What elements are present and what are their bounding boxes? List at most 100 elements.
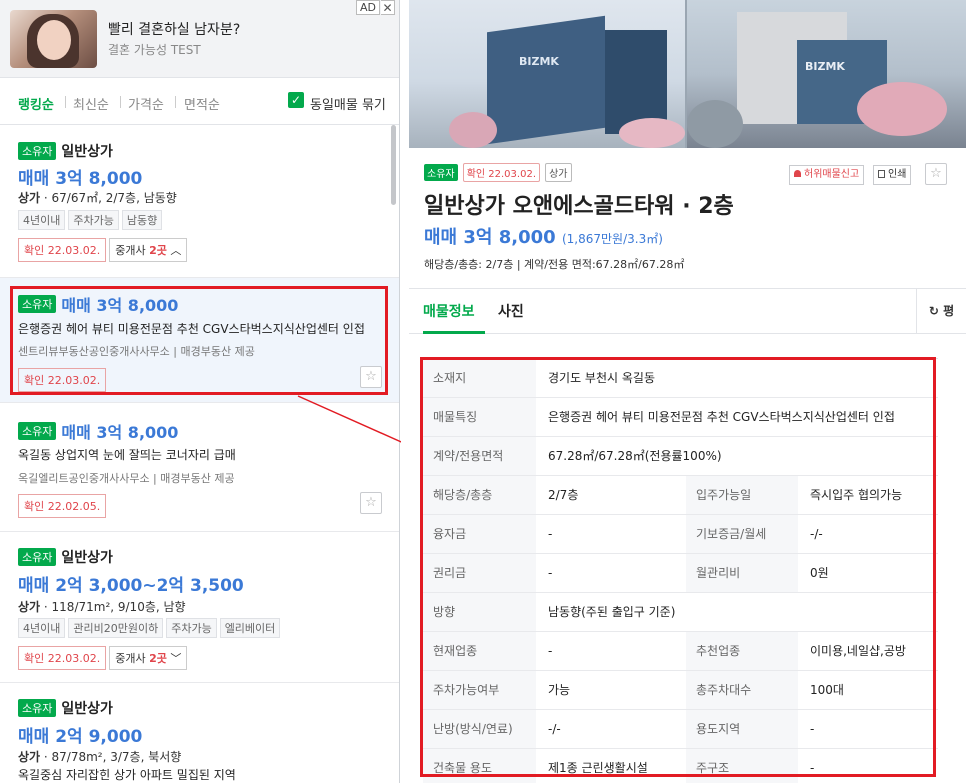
row-value: - (548, 566, 553, 580)
row-key: 계약/전용면적 (423, 437, 536, 475)
broker-count: 2곳 (149, 652, 167, 665)
row-value-2: 즉시입주 협의가능 (810, 488, 903, 502)
siren-icon (794, 170, 801, 177)
chevron-up-icon: ︿ (170, 244, 182, 257)
list-item[interactable]: 소유자 매매 3억 8,000 은행증권 헤어 뷰티 미용전문점 추천 CGV스타… (0, 278, 399, 403)
page-title: 일반상가 오앤에스골드타워 · 2층 (424, 194, 734, 219)
listing-spec: 상가 · 118/71m², 9/10층, 남향 (18, 598, 186, 615)
price-per-area: (1,867만원/3.3㎡) (561, 232, 663, 246)
row-key: 건축물 용도 (423, 749, 536, 783)
provider: 매경부동산 제공 (160, 472, 235, 485)
ad-badge: AD (356, 0, 380, 15)
listing-price: 매매 3억 8,000 (61, 296, 179, 315)
confirm-date: 확인 22.03.02. (18, 368, 107, 392)
row-value: 67.28㎡/67.28㎡(전용률100%) (548, 449, 722, 463)
confirm-date: 확인 22.02.05. (18, 494, 107, 518)
photo-strip[interactable]: BIZMK BIZMK (409, 0, 966, 148)
ad-banner[interactable]: 빨리 결혼하실 남자분? 결혼 가능성 TEST AD ✕ (0, 0, 399, 78)
detail-meta: 해당층/총층: 2/7층 | 계약/전용 면적:67.28㎡/67.28㎡ (424, 258, 685, 271)
listing-price: 매매 2억 9,000 (18, 727, 143, 747)
tree-shape (687, 100, 743, 148)
row-key: 주차가능여부 (423, 671, 536, 709)
detail-tabs: 매물정보 사진 ↻ 평 (409, 288, 966, 334)
ad-title[interactable]: 빨리 결혼하실 남자분? (108, 19, 240, 39)
building-shape (487, 15, 605, 145)
list-item[interactable]: 소유자 일반상가 매매 2억 3,000~2억 3,500 상가 · 118/71… (0, 533, 399, 683)
sort-bar: 랭킹순 최신순 가격순 면적순 ✓ 동일매물 묶기 (0, 78, 399, 125)
type-tag: 상가 (545, 163, 572, 182)
sort-latest[interactable]: 최신순 (73, 94, 109, 113)
divider (175, 96, 176, 108)
sort-price[interactable]: 가격순 (128, 94, 164, 113)
refresh-button[interactable]: ↻ 평 (916, 289, 966, 334)
chevron-down-icon: ﹀ (170, 652, 182, 665)
refresh-icon: ↻ (928, 304, 939, 318)
agent-info: 센트리뷰부동산공인중개사사무소 | 매경부동산 제공 (18, 345, 255, 358)
building-photo-2[interactable]: BIZMK (687, 0, 966, 148)
list-item[interactable]: 소유자 일반상가 매매 2억 9,000 상가 · 87/78m², 3/7층, … (0, 684, 399, 783)
table-row: 난방(방식/연료) -/- 용도지역 - (423, 710, 938, 749)
row-value: - (548, 644, 553, 658)
table-row: 권리금 - 월관리비 0원 (423, 554, 938, 593)
ad-image[interactable] (10, 10, 97, 68)
star-icon[interactable]: ☆ (925, 163, 947, 185)
sort-ranking[interactable]: 랭킹순 (18, 94, 54, 113)
row-key-2: 용도지역 (686, 710, 798, 748)
table-row: 소재지 경기도 부천시 옥길동 (423, 359, 938, 398)
feature-chip: 관리비20만원이하 (68, 618, 164, 638)
star-icon[interactable]: ☆ (360, 492, 382, 514)
row-value-2: -/- (810, 527, 823, 541)
row-value: 은행증권 헤어 뷰티 미용전문점 추천 CGV스타벅스지식산업센터 인접 (548, 410, 895, 424)
row-value: -/- (548, 722, 561, 736)
tab-info[interactable]: 매물정보 (423, 301, 475, 321)
table-row: 주차가능여부 가능 총주차대수 100대 (423, 671, 938, 710)
listing-panel: 빨리 결혼하실 남자분? 결혼 가능성 TEST AD ✕ 랭킹순 최신순 가격… (0, 0, 400, 783)
group-checkbox[interactable]: ✓ (288, 92, 304, 108)
row-value: 2/7층 (548, 488, 579, 502)
print-button[interactable]: 인쇄 (873, 165, 912, 185)
owner-tag: 소유자 (18, 141, 57, 160)
star-icon[interactable]: ☆ (360, 366, 382, 388)
list-item[interactable]: 소유자 일반상가 매매 3억 8,000 상가 · 67/67㎡, 2/7층, 남… (0, 126, 399, 278)
group-checkbox-label[interactable]: 동일매물 묶기 (310, 94, 386, 113)
owner-tag: 소유자 (424, 164, 458, 181)
broker-toggle[interactable]: 중개사 2곳 ﹀ (109, 646, 188, 670)
feature-chip: 엘리베이터 (219, 618, 281, 638)
row-key-2: 월관리비 (686, 554, 798, 592)
tree-shape (857, 82, 947, 136)
broker-toggle[interactable]: 중개사 2곳 ︿ (109, 238, 188, 262)
tab-photo[interactable]: 사진 (498, 301, 524, 321)
listing-price: 매매 3억 8,000 (18, 169, 143, 189)
spec-detail: · 118/71m², 9/10층, 남향 (40, 600, 186, 614)
report-button[interactable]: 허위매물신고 (789, 165, 865, 185)
building-photo-1[interactable]: BIZMK (409, 0, 685, 148)
list-item[interactable]: 소유자 매매 3억 8,000 옥길동 상업지역 눈에 잘띄는 코너자리 급매 옥… (0, 404, 399, 532)
owner-tag: 소유자 (18, 422, 57, 440)
spec-type: 상가 (18, 750, 41, 764)
agent-name: 옥길엘리트공인중개사사무소 (18, 472, 150, 485)
ad-subtitle[interactable]: 결혼 가능성 TEST (108, 41, 201, 58)
row-key-2: 주구조 (686, 749, 798, 783)
row-value: 남동향(주된 출입구 기준) (548, 605, 676, 619)
feature-chip: 4년이내 (18, 210, 66, 230)
broker-label: 중개사 (115, 244, 150, 257)
feature-chip: 주차가능 (68, 210, 119, 230)
price-value: 매매 3억 8,000 (424, 227, 556, 248)
broker-count: 2곳 (149, 244, 167, 257)
row-key: 권리금 (423, 554, 536, 592)
row-key-2: 입주가능일 (686, 476, 798, 514)
row-value-2: 이미용,네일샵,공방 (810, 644, 906, 658)
table-row: 매물특징 은행증권 헤어 뷰티 미용전문점 추천 CGV스타벅스지식산업센터 인접 (423, 398, 938, 437)
ad-close-icon[interactable]: ✕ (381, 0, 395, 15)
row-value-2: - (810, 761, 815, 775)
feature-chip: 남동향 (121, 210, 163, 230)
feature-chips: 4년이내 관리비20만원이하 주차가능 엘리베이터 (18, 617, 283, 638)
row-key: 현재업종 (423, 632, 536, 670)
spec-detail: · 67/67㎡, 2/7층, 남동향 (40, 191, 177, 205)
row-key: 융자금 (423, 515, 536, 553)
feature-chip: 주차가능 (166, 618, 217, 638)
print-icon (878, 170, 885, 178)
detail-panel: BIZMK BIZMK 소유자 확인 22.03.02. 상가 허위매물신고 인… (401, 0, 966, 783)
sort-area[interactable]: 면적순 (184, 94, 220, 113)
table-row: 건축물 용도 제1종 근린생활시설 주구조 - (423, 749, 938, 783)
